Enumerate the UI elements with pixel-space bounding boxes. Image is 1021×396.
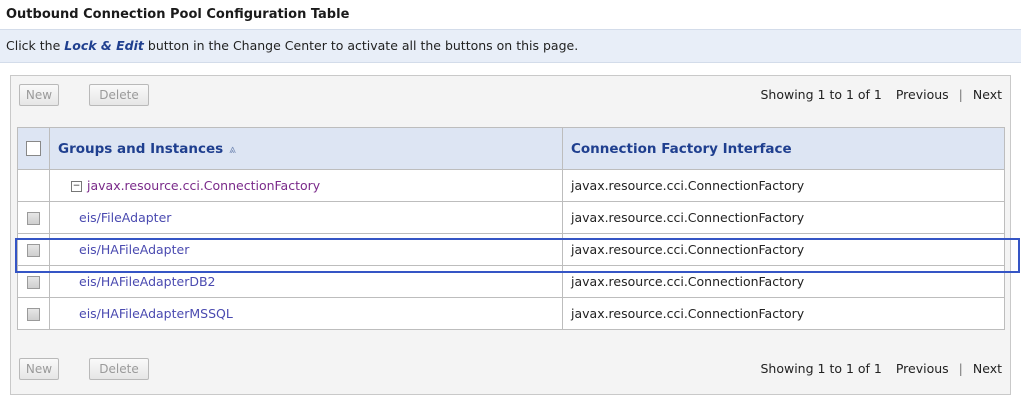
column-header-groups[interactable]: Groups and Instances ⩓ xyxy=(49,127,563,170)
table-row: eis/HAFileAdapterMSSQL javax.resource.cc… xyxy=(17,297,1005,330)
pager-separator: | xyxy=(958,361,963,376)
group-name-cell: − javax.resource.cci.ConnectionFactory xyxy=(49,169,563,202)
instance-link[interactable]: eis/HAFileAdapterMSSQL xyxy=(79,306,233,321)
pagination: Showing 1 to 1 of 1 Previous | Next xyxy=(760,358,1002,380)
group-link[interactable]: javax.resource.cci.ConnectionFactory xyxy=(87,178,320,193)
table-row: eis/HAFileAdapter javax.resource.cci.Con… xyxy=(17,233,1005,266)
next-link[interactable]: Next xyxy=(973,87,1002,102)
row-checkbox[interactable] xyxy=(27,276,40,289)
interface-cell: javax.resource.cci.ConnectionFactory xyxy=(562,297,1005,330)
previous-link[interactable]: Previous xyxy=(896,87,949,102)
previous-link[interactable]: Previous xyxy=(896,361,949,376)
collapse-icon[interactable]: − xyxy=(71,181,82,192)
column-header-groups-label: Groups and Instances xyxy=(58,140,224,157)
row-checkbox[interactable] xyxy=(27,212,40,225)
column-header-interface[interactable]: Connection Factory Interface xyxy=(562,127,1005,170)
table-row: eis/FileAdapter javax.resource.cci.Conne… xyxy=(17,201,1005,234)
new-button[interactable]: New xyxy=(19,358,59,380)
row-checkbox[interactable] xyxy=(27,244,40,257)
bottom-toolbar: New Delete Showing 1 to 1 of 1 Previous … xyxy=(11,350,1010,386)
showing-text: Showing 1 to 1 of 1 xyxy=(760,361,882,376)
pager-separator: | xyxy=(958,87,963,102)
showing-text: Showing 1 to 1 of 1 xyxy=(760,87,882,102)
pagination: Showing 1 to 1 of 1 Previous | Next xyxy=(760,84,1002,106)
delete-button[interactable]: Delete xyxy=(89,358,149,380)
new-button[interactable]: New xyxy=(19,84,59,106)
select-all-cell xyxy=(17,127,50,170)
delete-button[interactable]: Delete xyxy=(89,84,149,106)
table-panel: New Delete Showing 1 to 1 of 1 Previous … xyxy=(10,75,1020,395)
interface-cell: javax.resource.cci.ConnectionFactory xyxy=(562,201,1005,234)
top-toolbar: New Delete Showing 1 to 1 of 1 Previous … xyxy=(11,76,1010,112)
lock-edit-emphasis: Lock & Edit xyxy=(64,38,144,53)
interface-cell: javax.resource.cci.ConnectionFactory xyxy=(562,265,1005,298)
interface-cell: javax.resource.cci.ConnectionFactory xyxy=(562,233,1005,266)
table-row: eis/HAFileAdapterDB2 javax.resource.cci.… xyxy=(17,265,1005,298)
row-checkbox[interactable] xyxy=(27,308,40,321)
page-title: Outbound Connection Pool Configuration T… xyxy=(6,7,350,22)
instance-link[interactable]: eis/FileAdapter xyxy=(79,210,171,225)
group-row: − javax.resource.cci.ConnectionFactory ja… xyxy=(17,169,1005,202)
connection-pool-table: Groups and Instances ⩓ Connection Factory… xyxy=(17,127,1005,330)
instance-link[interactable]: eis/HAFileAdapter xyxy=(79,242,189,257)
info-prefix: Click the xyxy=(6,38,61,53)
info-suffix: button in the Change Center to activate … xyxy=(147,38,579,53)
group-interface-cell: javax.resource.cci.ConnectionFactory xyxy=(562,169,1005,202)
group-checkbox-cell xyxy=(17,169,50,202)
next-link[interactable]: Next xyxy=(973,361,1002,376)
sort-ascending-icon[interactable]: ⩓ xyxy=(229,142,236,157)
info-bar: Click the Lock & Edit button in the Chan… xyxy=(0,29,1021,63)
select-all-checkbox[interactable] xyxy=(26,141,41,156)
table-header-row: Groups and Instances ⩓ Connection Factory… xyxy=(17,127,1005,170)
instance-link[interactable]: eis/HAFileAdapterDB2 xyxy=(79,274,216,289)
